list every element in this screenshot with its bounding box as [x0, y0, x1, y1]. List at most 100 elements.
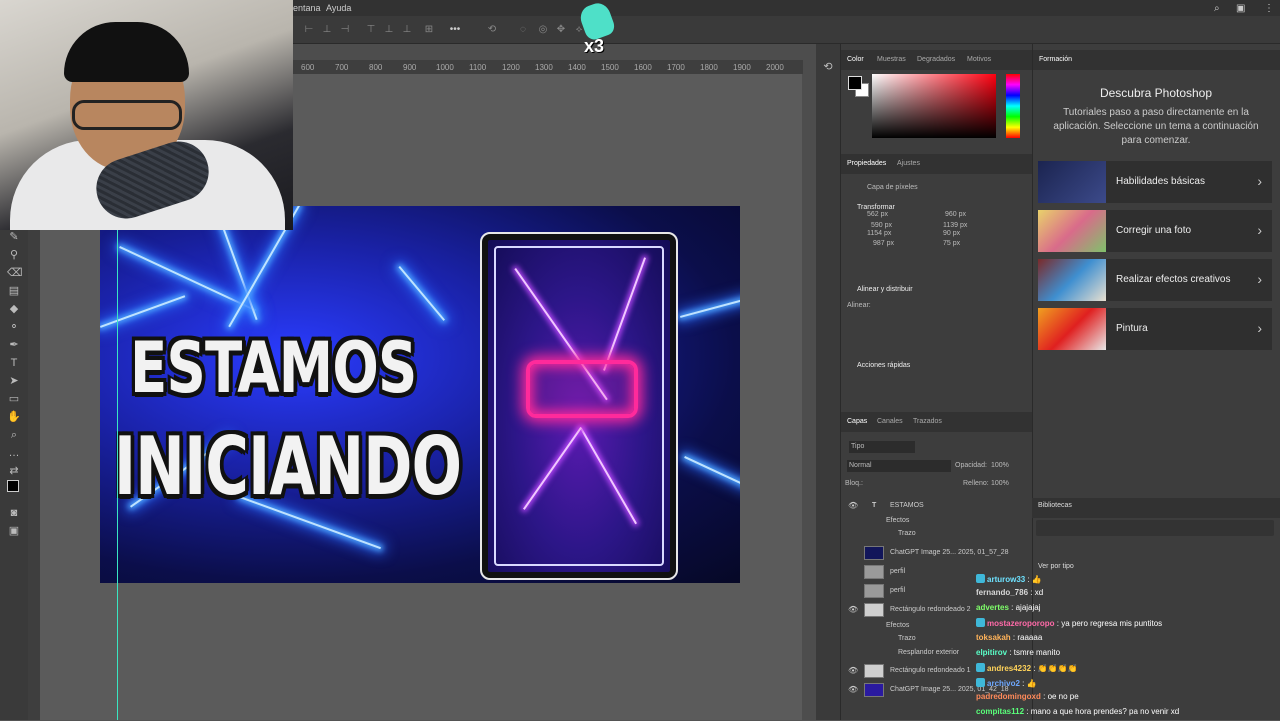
transform-x[interactable]: 1154 px: [867, 230, 891, 237]
type-tool-icon[interactable]: T: [7, 356, 21, 370]
layer-name: Rectángulo redondeado 2: [890, 606, 971, 613]
visibility-eye-icon[interactable]: 👁: [848, 685, 858, 694]
ruler-tick: 1600: [634, 63, 652, 72]
distribute-icon[interactable]: ⊞: [423, 24, 435, 36]
zoom-tool-icon[interactable]: ⌕: [7, 428, 21, 442]
eraser-icon[interactable]: ⌫: [7, 266, 23, 280]
more-options-icon[interactable]: •••: [449, 24, 461, 36]
lightning-bolt: [603, 257, 646, 371]
quick-actions-title[interactable]: Acciones rápidas: [857, 362, 910, 369]
pen-tool-icon[interactable]: ✒: [7, 338, 21, 352]
ruler-tick: 1500: [601, 63, 619, 72]
guide-line[interactable]: [117, 230, 118, 720]
tab-gradients[interactable]: Degradados: [917, 56, 955, 63]
align-bottom-icon[interactable]: ⊥: [401, 24, 413, 36]
tab-patterns[interactable]: Motivos: [967, 56, 991, 63]
quick-mask-icon[interactable]: ◙: [7, 506, 21, 520]
tab-properties[interactable]: Propiedades: [847, 160, 886, 167]
learn-card-painting[interactable]: Pintura ›: [1038, 308, 1272, 350]
hue-slider[interactable]: [1006, 74, 1020, 138]
menu-ayuda[interactable]: Ayuda: [326, 3, 351, 13]
align-middle-icon[interactable]: ⊥: [383, 24, 395, 36]
opacity-value[interactable]: 100%: [991, 462, 1009, 469]
visibility-eye-icon[interactable]: 👁: [848, 666, 858, 675]
tab-libraries[interactable]: Bibliotecas: [1038, 502, 1072, 509]
tab-adjustments[interactable]: Ajustes: [897, 160, 920, 167]
screen-mode-icon[interactable]: ▣: [7, 524, 21, 538]
color-picker-field[interactable]: [872, 74, 996, 138]
transform-w[interactable]: 562 px: [867, 211, 888, 218]
swap-colors-icon[interactable]: ⇄: [7, 464, 21, 478]
foreground-color-swatch-panel[interactable]: [848, 76, 862, 90]
history-icon[interactable]: ⟲: [821, 60, 835, 74]
canvas-image[interactable]: ESTAMOS INICIANDO: [100, 206, 740, 583]
3d-mode-icon[interactable]: ⟲: [479, 24, 505, 36]
pan-icon[interactable]: ✥: [555, 24, 567, 36]
chat-text: 👍: [1026, 679, 1037, 688]
tab-channels[interactable]: Canales: [877, 418, 903, 425]
search-icon[interactable]: ⌕: [1214, 3, 1220, 14]
align-section-title[interactable]: Alinear y distribuir: [857, 286, 913, 293]
shape-tool-icon[interactable]: ▭: [7, 392, 21, 406]
align-center-icon[interactable]: ⊥: [321, 24, 333, 36]
phone-screen: [494, 246, 664, 566]
transform-section-title[interactable]: Transformar: [857, 204, 895, 211]
learn-card-creative[interactable]: Realizar efectos creativos ›: [1038, 259, 1272, 301]
align-top-icon[interactable]: ⊤: [365, 24, 377, 36]
neon-keyboard-icon: [526, 360, 638, 418]
foreground-color-swatch[interactable]: [7, 480, 19, 492]
layer-thumbnail: [864, 565, 884, 579]
chat-user: advertes: [976, 603, 1009, 612]
fill-value[interactable]: 100%: [991, 480, 1009, 487]
orbit-icon[interactable]: ◌: [517, 24, 529, 36]
learn-card-label: Realizar efectos creativos: [1116, 274, 1231, 285]
transform-x2[interactable]: 987 px: [873, 240, 894, 247]
transform-an[interactable]: 590 px: [871, 222, 892, 229]
libraries-view-by[interactable]: Ver por tipo: [1038, 563, 1074, 570]
learn-card-basics[interactable]: Habilidades básicas ›: [1038, 161, 1272, 203]
align-left-icon[interactable]: ⊢: [303, 24, 315, 36]
more-tools-icon[interactable]: …: [7, 446, 21, 460]
tab-swatches[interactable]: Muestras: [877, 56, 906, 63]
learn-card-fix-photo[interactable]: Corregir una foto ›: [1038, 210, 1272, 252]
tab-layers[interactable]: Capas: [847, 418, 867, 425]
brush-tool-icon[interactable]: ✎: [7, 230, 21, 244]
blur-icon[interactable]: ◆: [7, 302, 21, 316]
layer-row[interactable]: ChatGPT Image 25... 2025, 01_57_28: [846, 544, 1024, 562]
workspace-icon[interactable]: ▣: [1236, 3, 1245, 14]
lightning-bolt: [100, 295, 186, 328]
path-select-icon[interactable]: ➤: [7, 374, 21, 388]
tools-panel: ✎ ⚲ ⌫ ▤ ◆ ⚬ ✒ T ➤ ▭ ✋ ⌕ … ⇄ ◙ ▣: [0, 230, 28, 720]
ruler-tick: 1100: [469, 63, 487, 72]
layer-thumbnail: [864, 584, 884, 598]
visibility-eye-icon[interactable]: 👁: [848, 501, 858, 510]
layer-filter-select[interactable]: Tipo: [849, 441, 915, 453]
blend-mode-select[interactable]: Normal: [847, 460, 951, 472]
gradient-icon[interactable]: ▤: [7, 284, 21, 298]
layers-panel-tabs: Capas Canales Trazados: [841, 412, 1032, 432]
align-right-icon[interactable]: ⊣: [339, 24, 351, 36]
transform-y[interactable]: 90 px: [943, 230, 960, 237]
tab-color[interactable]: Color: [847, 56, 864, 63]
menu-ventana[interactable]: entana: [293, 3, 321, 13]
chat-message: toksakah : raaaaa: [976, 633, 1043, 642]
visibility-eye-icon[interactable]: 👁: [848, 605, 858, 614]
share-icon[interactable]: ⋮: [1264, 3, 1274, 14]
chat-text: oe no pe: [1047, 692, 1079, 701]
libraries-search-input[interactable]: [1036, 520, 1274, 536]
transform-h[interactable]: 960 px: [945, 211, 966, 218]
chat-user: padredomingoxd: [976, 692, 1041, 701]
hand-tool-icon[interactable]: ✋: [7, 410, 21, 424]
chat-user: mostazeroporopo: [987, 619, 1055, 628]
clone-stamp-icon[interactable]: ⚲: [7, 248, 21, 262]
learn-title: Descubra Photoshop: [1099, 86, 1213, 100]
roll-icon[interactable]: ◎: [537, 24, 549, 36]
tab-paths[interactable]: Trazados: [913, 418, 942, 425]
layer-row[interactable]: Trazo: [846, 525, 1024, 543]
transform-y2[interactable]: 75 px: [943, 240, 960, 247]
layer-effect-stroke: Trazo: [898, 530, 916, 537]
dodge-icon[interactable]: ⚬: [7, 320, 21, 334]
transform-al[interactable]: 1139 px: [943, 222, 967, 229]
layer-effect-glow: Resplandor exterior: [898, 649, 960, 656]
tab-learn[interactable]: Formación: [1039, 56, 1072, 63]
